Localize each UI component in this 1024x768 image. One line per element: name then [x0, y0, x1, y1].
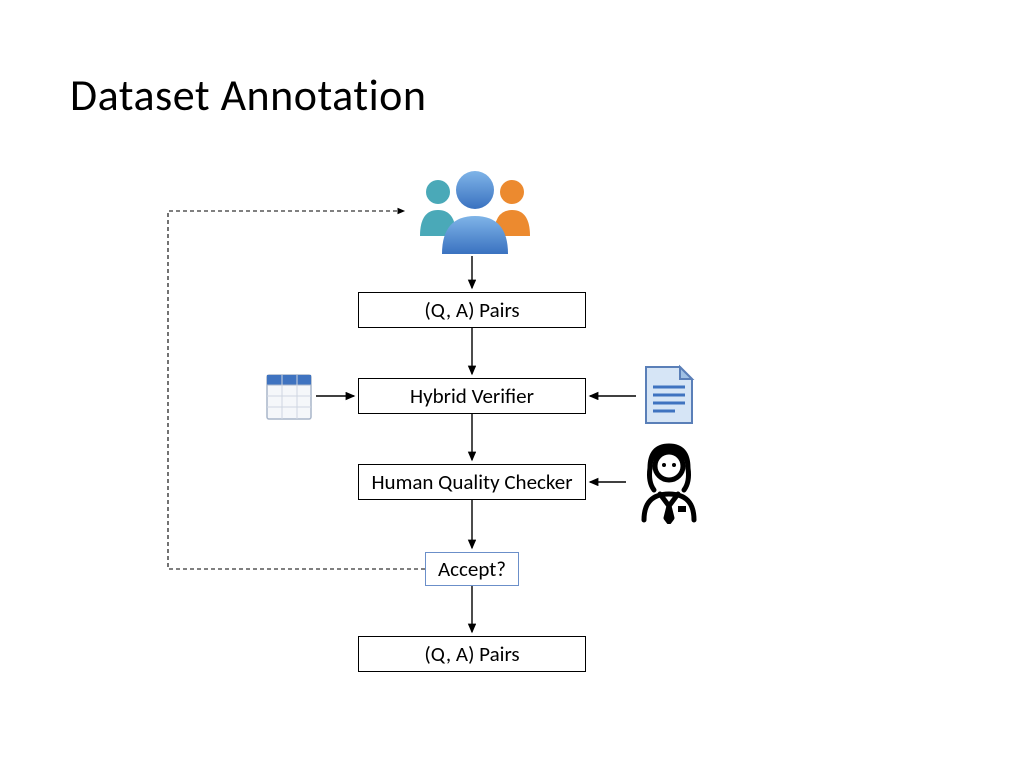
document-icon: [640, 363, 698, 429]
node-qa-pairs-top: (Q, A) Pairs: [358, 292, 586, 328]
node-label: (Q, A) Pairs: [424, 297, 519, 323]
node-human-checker: Human Quality Checker: [358, 464, 586, 500]
node-label: (Q, A) Pairs: [424, 641, 519, 667]
node-label: Hybrid Verifier: [410, 383, 534, 409]
node-hybrid-verifier: Hybrid Verifier: [358, 378, 586, 414]
node-qa-pairs-bottom: (Q, A) Pairs: [358, 636, 586, 672]
node-label: Human Quality Checker: [371, 469, 572, 495]
spreadsheet-icon: [265, 373, 313, 421]
slide-title: Dataset Annotation: [70, 68, 427, 122]
people-group-icon: [410, 166, 540, 256]
reviewer-person-icon: [630, 438, 708, 524]
node-accept: Accept?: [425, 552, 519, 586]
node-label: Accept?: [438, 556, 506, 582]
slide: Dataset Annotation: [0, 0, 1024, 768]
